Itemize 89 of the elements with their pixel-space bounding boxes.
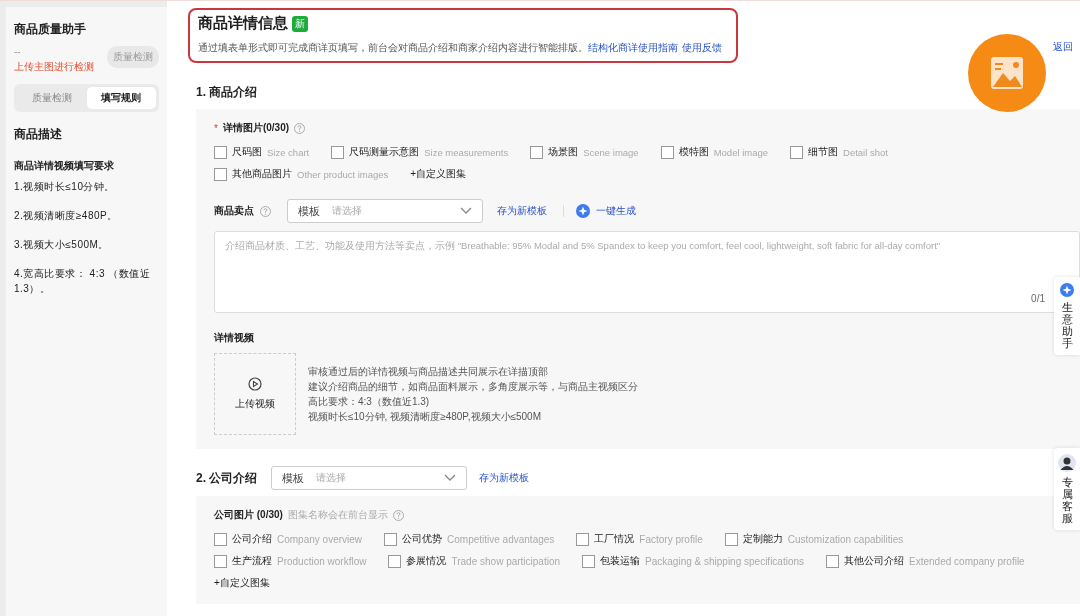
- option-label: 工厂情况: [594, 532, 635, 546]
- chevron-down-icon: [444, 474, 457, 482]
- option-hint: Packaging & shipping specifications: [645, 555, 805, 567]
- option-hint: Customization capabilities: [787, 533, 904, 545]
- checkbox[interactable]: [388, 554, 402, 568]
- help-icon[interactable]: [392, 509, 404, 521]
- field-label: 详情视频: [214, 331, 254, 345]
- option-hint: Detail shot: [843, 146, 888, 158]
- generate-link[interactable]: 一键生成: [596, 204, 636, 218]
- option-hint: Factory profile: [639, 533, 703, 545]
- rule-text: 1.视频时长≤10分钟。: [14, 180, 116, 194]
- assistant-title: 商品质量助手: [14, 21, 87, 38]
- option-hint: Size chart: [267, 146, 310, 158]
- dash-text: --: [14, 46, 21, 57]
- option-label: 公司优势: [402, 532, 443, 546]
- checkbox[interactable]: [214, 145, 227, 159]
- checkbox[interactable]: [724, 532, 738, 546]
- rules-title: 商品详情视频填写要求: [14, 159, 115, 173]
- option-label: 尺码图: [232, 145, 262, 159]
- section-title: 商品描述: [14, 126, 63, 143]
- side-tab[interactable]: 专属客服: [1054, 448, 1080, 531]
- option-hint: Size measurements: [424, 146, 509, 158]
- tab[interactable]: 填写规则: [86, 87, 156, 109]
- video-note: 建议介绍商品的细节，如商品面料展示，多角度展示等，与商品主视频区分: [308, 380, 638, 394]
- field-label: 商品卖点: [214, 204, 254, 218]
- rule-text: 2.视频清晰度≥480P。: [14, 209, 119, 223]
- upload-hint: 上传主图进行检测: [14, 60, 94, 74]
- link[interactable]: 结构化商详使用指南: [588, 42, 678, 53]
- link[interactable]: 使用反馈: [682, 42, 722, 53]
- checkbox[interactable]: [582, 554, 596, 568]
- checkbox[interactable]: [826, 554, 840, 568]
- option-label: 其他商品图片: [232, 167, 292, 181]
- option-label: 细节图: [808, 145, 839, 159]
- option-hint: Production workflow: [277, 555, 367, 567]
- option-label: 尺码测量示意图: [349, 145, 420, 159]
- option-label: 生产流程: [232, 554, 272, 568]
- checkbox[interactable]: [214, 532, 227, 546]
- section-title: 1. 商品介绍: [196, 84, 259, 101]
- checkbox[interactable]: [214, 167, 227, 181]
- play-icon: [248, 377, 262, 391]
- add-album-link[interactable]: +自定义图集: [410, 167, 467, 181]
- option-label: 参展情况: [406, 554, 447, 568]
- option-label: 公司介绍: [232, 532, 272, 546]
- save-template-link[interactable]: 存为新模板: [497, 204, 547, 218]
- field-label: 详情图片(0/30): [222, 121, 290, 135]
- rule-text: 3.视频大小≤500M。: [14, 238, 110, 252]
- video-note: 视频时长≤10分钟, 视频清晰度≥480P,视频大小≤500M: [308, 410, 542, 424]
- checkbox[interactable]: [660, 145, 674, 159]
- option-label: 定制能力: [742, 532, 783, 546]
- help-icon[interactable]: [260, 205, 271, 217]
- sparkle-icon: [1060, 283, 1074, 297]
- upload-video-button[interactable]: 上传视频: [214, 353, 296, 435]
- option-label: 场景图: [548, 145, 579, 159]
- option-hint: Company overview: [277, 533, 363, 545]
- new-badge: 新: [292, 15, 308, 32]
- checkbox[interactable]: [384, 532, 398, 546]
- checkbox[interactable]: [331, 145, 345, 159]
- page-title: 商品详情信息: [198, 14, 288, 33]
- video-note: 高比要求：4:3（数值近1.3): [308, 395, 431, 409]
- description: 通过填表单形式即可完成商详页填写，前台会对商品介绍和商家介绍内容进行智能排版。: [198, 42, 588, 53]
- checkbox[interactable]: [530, 145, 544, 159]
- section-title: 2. 公司介绍: [196, 469, 258, 487]
- option-hint: Scene image: [583, 146, 639, 158]
- checkbox[interactable]: [576, 532, 590, 546]
- checkbox[interactable]: [214, 554, 227, 568]
- option-hint: Model image: [713, 146, 769, 158]
- person-icon: [1058, 454, 1076, 472]
- side-tab[interactable]: 生意助手: [1054, 277, 1080, 356]
- field-hint: 图集名称会在前台显示: [287, 508, 388, 522]
- sparkle-icon: [576, 204, 590, 218]
- checkbox[interactable]: [790, 145, 804, 159]
- option-hint: Extended company profile: [909, 555, 1025, 567]
- video-note: 审核通过后的详情视频与商品描述共同展示在详描顶部: [308, 365, 549, 379]
- option-hint: Trade show participation: [451, 555, 561, 567]
- option-hint: Competitive advantages: [447, 533, 555, 545]
- option-label: 包装运输: [600, 554, 641, 568]
- template-select[interactable]: 模板 请选择: [271, 466, 468, 490]
- required-mark: *: [214, 122, 218, 134]
- option-label: 其他公司介绍: [844, 554, 905, 568]
- field-label: 公司图片 (0/30): [214, 508, 283, 522]
- rule-text: 4.宽高比要求： 4:3 （数值近1.3）。: [14, 267, 152, 296]
- chevron-down-icon: [460, 207, 472, 215]
- add-album-link[interactable]: +自定义图集: [214, 576, 270, 590]
- option-label: 模特图: [678, 145, 709, 159]
- back-link[interactable]: 返回: [1053, 40, 1073, 54]
- help-icon[interactable]: [294, 122, 306, 134]
- option-hint: Other product images: [297, 168, 389, 180]
- save-template-link[interactable]: 存为新模板: [479, 471, 530, 485]
- template-select[interactable]: 模板 请选择: [287, 199, 483, 223]
